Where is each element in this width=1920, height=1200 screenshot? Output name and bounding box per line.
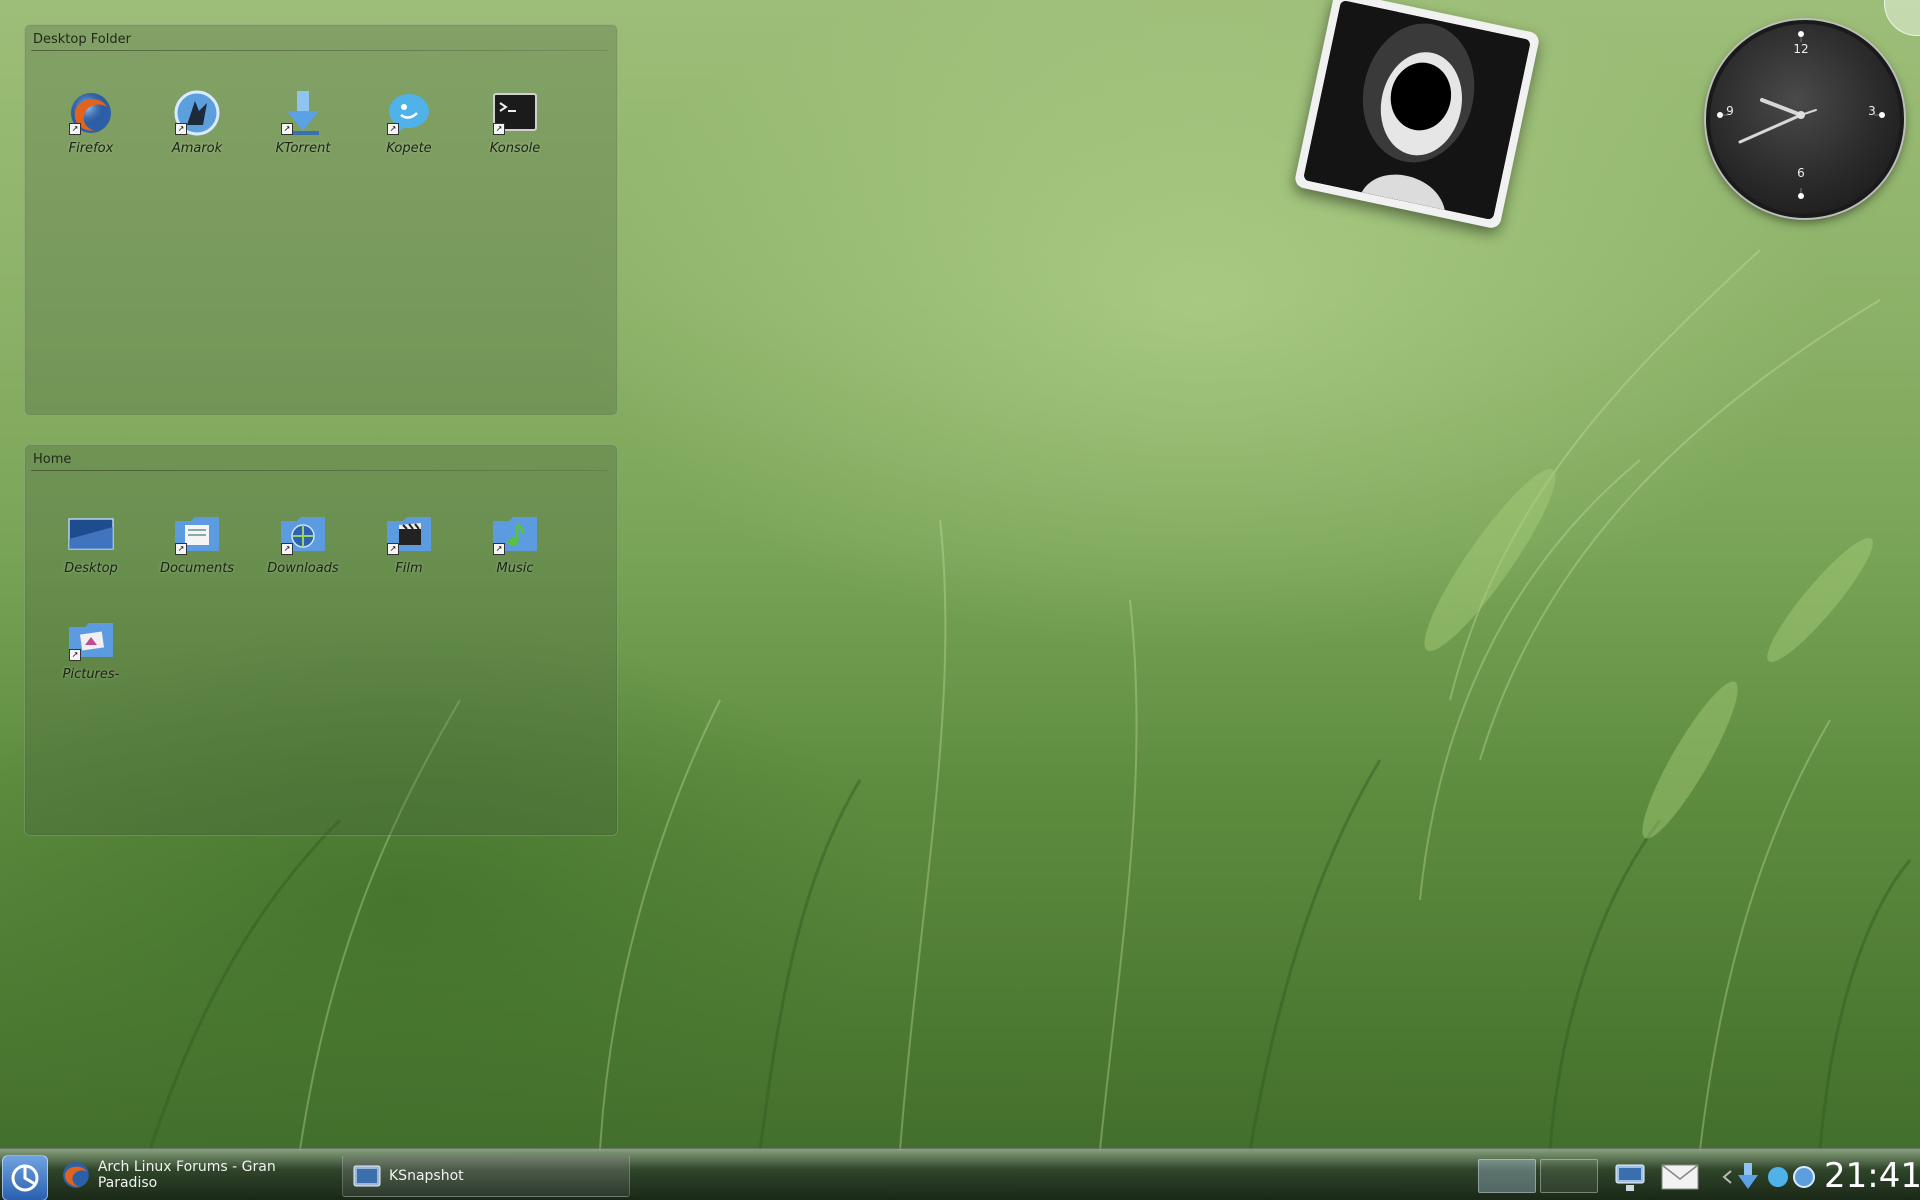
icon-label: Firefox: [68, 141, 114, 156]
pager-desktop-2[interactable]: [1540, 1159, 1598, 1193]
shortcut-arrow-icon: ↗: [69, 123, 81, 135]
tray-expand-arrow-icon[interactable]: [1720, 1159, 1734, 1195]
icon-label: KTorrent: [275, 141, 331, 156]
home-icon-music[interactable]: ↗ Music: [467, 505, 563, 605]
desktop-icon-kopete[interactable]: ↗ Kopete: [361, 85, 457, 185]
shortcut-arrow-icon: ↗: [493, 123, 505, 135]
application-launcher-button[interactable]: [2, 1155, 48, 1200]
desktop-icon-konsole[interactable]: ↗ Konsole: [467, 85, 563, 185]
desktop-folder-view[interactable]: Desktop Folder ↗ Firefox ↗ Amarok ↗ KTor…: [24, 24, 618, 416]
desktop-folder-icon: [67, 509, 115, 557]
icon-label: Kopete: [386, 141, 432, 156]
device-notifier-icon[interactable]: [1612, 1159, 1648, 1195]
shortcut-arrow-icon: ↗: [69, 649, 81, 661]
kde-logo-icon: [11, 1164, 39, 1192]
framed-photo: [1302, 0, 1532, 221]
home-icon-pictures[interactable]: ↗ Pictures-: [43, 611, 139, 711]
shortcut-arrow-icon: ↗: [281, 543, 293, 555]
folder-view-separator: [31, 470, 609, 471]
home-icon-downloads[interactable]: ↗ Downloads: [255, 505, 351, 605]
system-tray: [1736, 1159, 1820, 1195]
icon-label: Konsole: [489, 141, 541, 156]
icon-label: Documents: [159, 561, 235, 576]
downloads-folder-icon: ↗: [279, 509, 327, 557]
firefox-icon: [62, 1162, 89, 1188]
desktop-icon-firefox[interactable]: ↗ Firefox: [43, 85, 139, 185]
amarok-icon: ↗: [173, 89, 221, 137]
pictures-folder-icon: ↗: [67, 615, 115, 663]
home-icon-desktop[interactable]: Desktop: [43, 505, 139, 605]
virtual-desktop-pager[interactable]: [1478, 1159, 1598, 1193]
mail-icon[interactable]: [1660, 1159, 1699, 1195]
documents-folder-icon: ↗: [173, 509, 221, 557]
shortcut-arrow-icon: ↗: [387, 543, 399, 555]
task-label: KSnapshot: [389, 1168, 464, 1184]
firefox-icon: ↗: [67, 89, 115, 137]
icon-label: Music: [496, 561, 534, 576]
taskbar-item-ksnapshot[interactable]: KSnapshot: [342, 1155, 630, 1197]
clock-number-6: 6: [1797, 166, 1805, 180]
shortcut-arrow-icon: ↗: [281, 123, 293, 135]
folder-view-separator: [31, 50, 609, 51]
ksnapshot-icon: [353, 1165, 381, 1187]
task-label: Arch Linux Forums - Gran Paradiso: [97, 1159, 276, 1191]
folder-view-title: Desktop Folder: [33, 32, 131, 47]
home-folder-view[interactable]: Home Desktop ↗ Documents ↗ Downloads ↗ F…: [24, 444, 618, 836]
clock-number-12: 12: [1793, 42, 1809, 56]
icon-label: Pictures-: [62, 667, 120, 682]
film-folder-icon: ↗: [385, 509, 433, 557]
taskbar-item-firefox[interactable]: Arch Linux Forums - Gran Paradiso: [52, 1155, 338, 1195]
shortcut-arrow-icon: ↗: [175, 543, 187, 555]
amarok-tray-icon: [1793, 1166, 1815, 1188]
desktop-icon-amarok[interactable]: ↗ Amarok: [149, 85, 245, 185]
clock-number-9: 9: [1726, 104, 1734, 118]
taskbar-panel: Arch Linux Forums - Gran Paradiso KSnaps…: [0, 1148, 1920, 1200]
kopete-tray-icon: [1768, 1167, 1788, 1187]
clock-number-3: 3: [1868, 104, 1876, 118]
desktop-icon-ktorrent[interactable]: ↗ KTorrent: [255, 85, 351, 185]
desktop[interactable]: Desktop Folder ↗ Firefox ↗ Amarok ↗ KTor…: [0, 0, 1920, 1200]
konsole-icon: ↗: [491, 89, 539, 137]
ktorrent-icon: ↗: [279, 89, 327, 137]
folder-view-title: Home: [33, 452, 72, 467]
shortcut-arrow-icon: ↗: [387, 123, 399, 135]
shortcut-arrow-icon: ↗: [493, 543, 505, 555]
shortcut-arrow-icon: ↗: [175, 123, 187, 135]
kopete-icon: ↗: [385, 89, 433, 137]
icon-label: Downloads: [267, 561, 339, 576]
icon-label: Desktop: [64, 561, 118, 576]
icon-label: Film: [395, 561, 423, 576]
ktorrent-tray-icon: [1738, 1163, 1758, 1189]
icon-label: Amarok: [171, 141, 223, 156]
music-folder-icon: ↗: [491, 509, 539, 557]
home-icon-documents[interactable]: ↗ Documents: [149, 505, 245, 605]
digital-clock[interactable]: 21:41: [1824, 1153, 1920, 1199]
pager-desktop-1[interactable]: [1478, 1159, 1536, 1193]
analog-clock-widget[interactable]: 12 3 6 9: [1706, 20, 1904, 218]
home-icon-film[interactable]: ↗ Film: [361, 505, 457, 605]
